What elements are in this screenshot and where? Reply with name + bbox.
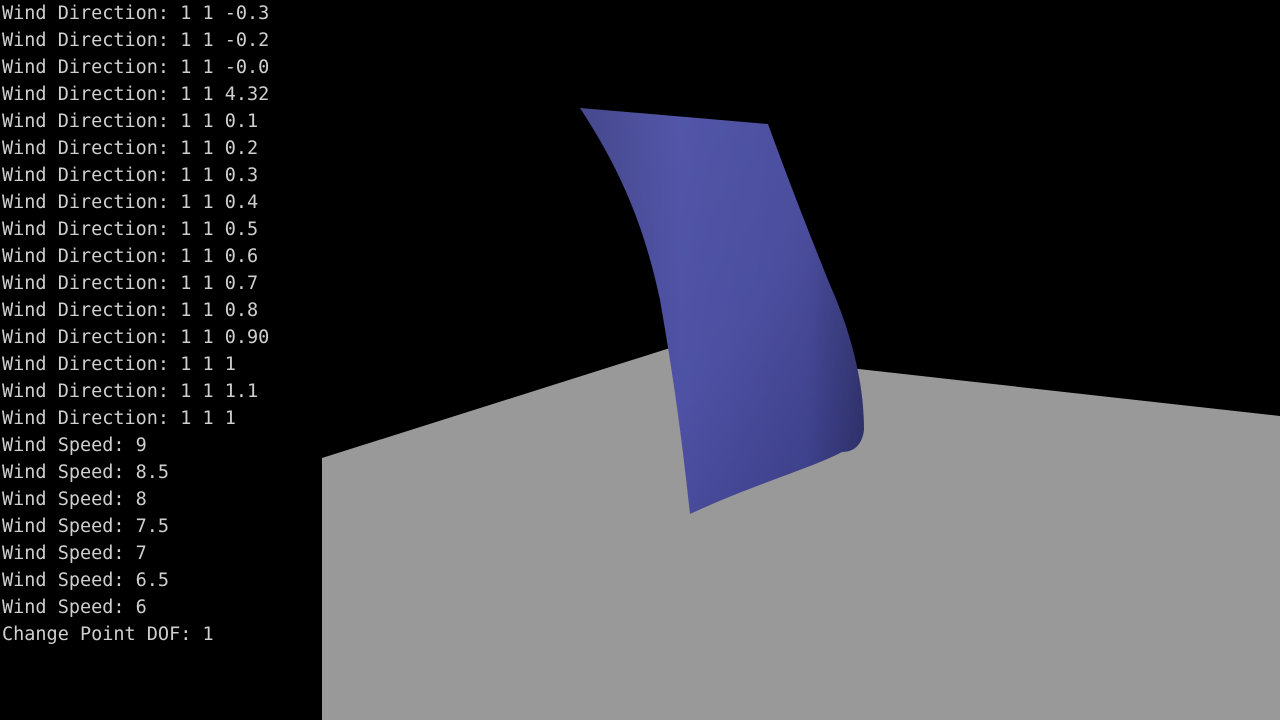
console-output: Wind Direction: 1 1 -0.3 Wind Direction: … — [0, 0, 322, 720]
console-line: Wind Direction: 1 1 1.1 — [2, 381, 259, 402]
console-line: Wind Direction: 1 1 0.90 — [2, 327, 270, 348]
console-line: Wind Speed: 8.5 — [2, 462, 170, 483]
console-line: Wind Speed: 6.5 — [2, 570, 170, 591]
console-line: Wind Direction: 1 1 0.7 — [2, 273, 259, 294]
console-line: Wind Speed: 9 — [2, 435, 147, 456]
console-line: Wind Direction: 1 1 0.4 — [2, 192, 259, 213]
console-line: Wind Direction: 1 1 0.6 — [2, 246, 259, 267]
3d-viewport[interactable] — [322, 0, 1280, 720]
console-line: Wind Speed: 7.5 — [2, 516, 170, 537]
console-line: Wind Direction: 1 1 0.5 — [2, 219, 259, 240]
console-line: Wind Direction: 1 1 -0.0 — [2, 57, 270, 78]
console-line: Wind Direction: 1 1 0.8 — [2, 300, 259, 321]
console-line: Wind Speed: 7 — [2, 543, 147, 564]
console-line: Wind Direction: 1 1 0.1 — [2, 111, 259, 132]
console-line: Wind Speed: 6 — [2, 597, 147, 618]
console-line: Wind Direction: 1 1 -0.3 — [2, 3, 270, 24]
console-line: Wind Direction: 1 1 4.32 — [2, 84, 270, 105]
console-line: Change Point DOF: 1 — [2, 624, 214, 645]
console-line: Wind Direction: 1 1 0.3 — [2, 165, 259, 186]
console-line: Wind Direction: 1 1 1 — [2, 408, 236, 429]
console-line: Wind Direction: 1 1 0.2 — [2, 138, 259, 159]
console-line: Wind Speed: 8 — [2, 489, 147, 510]
console-line: Wind Direction: 1 1 1 — [2, 354, 236, 375]
scene-canvas[interactable] — [322, 0, 1280, 720]
console-line: Wind Direction: 1 1 -0.2 — [2, 30, 270, 51]
